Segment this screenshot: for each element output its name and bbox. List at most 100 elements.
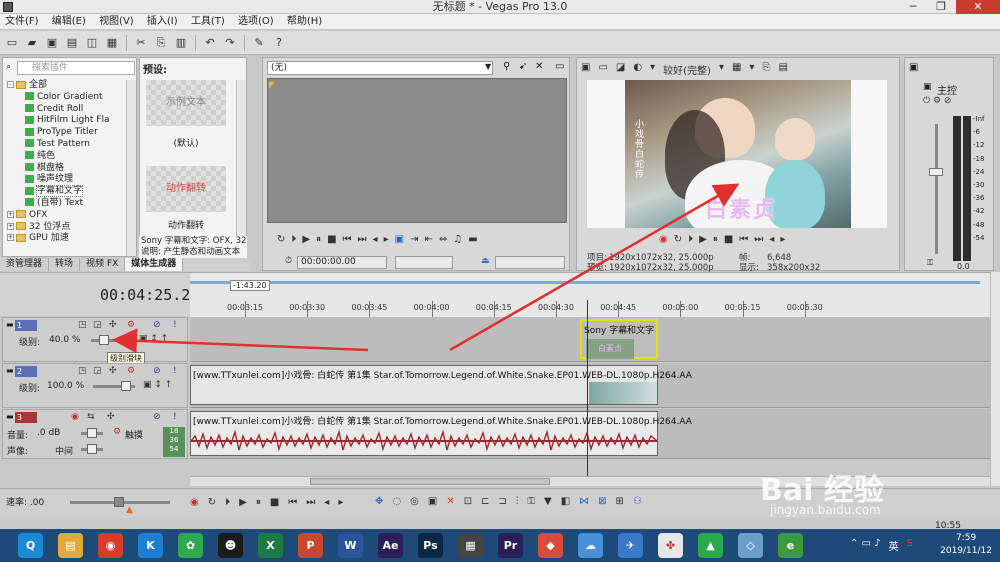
preview-properties-icon[interactable]: ▣ [581, 62, 590, 77]
taskbar-app-icon[interactable]: ◉ [98, 533, 123, 558]
lock-icon[interactable]: ⚿ [527, 496, 535, 507]
slider-knob[interactable] [121, 381, 131, 391]
plugin-tree-item[interactable]: + OFX [7, 210, 125, 222]
trim-icon[interactable]: ⊡ [464, 496, 472, 507]
pin-icon[interactable]: ⚲ [503, 61, 510, 72]
render-icon[interactable]: ◫ [84, 35, 100, 51]
track-3-volume-slider[interactable] [81, 428, 103, 438]
plugin-tree-item[interactable]: 噪声纹理 [7, 174, 125, 186]
go-start-icon[interactable]: ⏮ [739, 234, 748, 245]
slider-knob[interactable] [99, 335, 109, 345]
track-icons[interactable]: ▣ ↕ ↑ [139, 334, 168, 344]
open-icon[interactable]: ▰ [24, 35, 40, 51]
cursor-icon[interactable]: ➹ [519, 61, 527, 72]
selection-icon[interactable]: ▣ [395, 234, 404, 245]
cut-icon[interactable]: ✂ [133, 35, 149, 51]
menu-edit[interactable]: 编辑(E) [47, 14, 91, 30]
meter-icon[interactable]: ▬ [468, 234, 477, 245]
external-monitor-icon[interactable]: ▭ [598, 62, 607, 77]
play-from-start-icon[interactable]: ⏵ [688, 234, 693, 245]
close-button[interactable]: ✕ [956, 0, 1000, 14]
prev-frame-icon[interactable]: ◂ [324, 497, 329, 508]
play-from-start-icon[interactable]: ⏵ [291, 234, 296, 245]
menu-insert[interactable]: 插入(I) [142, 14, 183, 30]
next-frame-icon[interactable]: ▸ [384, 234, 389, 245]
monitor-icon[interactable]: ▭ [555, 61, 564, 72]
composite-icon[interactable]: ✣ [109, 320, 117, 330]
taskbar-app-icon[interactable]: K [138, 533, 163, 558]
plugin-search-input[interactable]: 搜索插件 [17, 61, 135, 75]
bus-icons[interactable]: ⏻ ⚙ ⊘ [923, 96, 951, 106]
pause-icon[interactable]: ⏸ [316, 234, 321, 245]
taskbar-app-icon[interactable]: Ae [378, 533, 403, 558]
chevron-down-icon[interactable]: ▾ [749, 62, 754, 77]
record-icon[interactable]: ◉ [190, 497, 199, 508]
split-screen-icon[interactable]: ◐ [633, 62, 642, 77]
overlays-icon[interactable]: ▦ [732, 62, 741, 77]
track-icons[interactable]: ▣ ↕ ↑ [143, 380, 172, 390]
lock-envelopes-icon[interactable]: ⊞ [616, 496, 624, 507]
track-motion-icon[interactable]: ◲ [93, 366, 102, 376]
expand-icon[interactable]: + [7, 222, 14, 230]
taskbar-app-icon[interactable]: P [298, 533, 323, 558]
pause-icon[interactable]: ⏸ [713, 234, 718, 245]
mute-icon[interactable]: ⊘ [153, 366, 161, 376]
taskbar-app-icon[interactable]: ☁ [578, 533, 603, 558]
maximize-button[interactable]: ❐ [927, 0, 955, 14]
plugin-tree-item[interactable]: +32 位浮点 [7, 222, 125, 234]
taskbar-app-icon[interactable]: ☻ [218, 533, 243, 558]
track-3-lane[interactable]: [www.TTxunlei.com]小戏骨: 白蛇传 第1集 Star.of.T… [190, 409, 990, 459]
play-icon[interactable]: ▶ [239, 497, 247, 508]
solo-icon[interactable]: ! [173, 366, 177, 376]
input-language[interactable]: 英 [889, 538, 899, 553]
snapping-icon[interactable]: ⋈ [579, 496, 589, 507]
play-from-start-icon[interactable]: ⏵ [225, 497, 230, 508]
pause-icon[interactable]: ⏸ [256, 497, 261, 508]
save-snapshot-icon[interactable]: ▤ [778, 62, 787, 77]
composite-icon[interactable]: ✣ [109, 366, 117, 376]
explorer-scrollbar[interactable] [126, 80, 136, 256]
track-2-lane[interactable]: [www.TTxunlei.com]小戏骨: 白蛇传 第1集 Star.of.T… [190, 363, 990, 408]
menu-tools[interactable]: 工具(T) [186, 14, 230, 30]
ignore-grouping-icon[interactable]: ⚇ [633, 496, 642, 507]
fx-icon[interactable]: ◪ [616, 62, 625, 77]
lock-icon[interactable]: ⚿ [927, 258, 933, 268]
minimize-button[interactable]: ─ [899, 0, 927, 14]
plugin-tree-item[interactable]: 纯色 [7, 151, 125, 163]
auto-ripple-icon[interactable]: ⊠ [598, 496, 606, 507]
normal-edit-tool-icon[interactable]: ✥ [375, 496, 383, 507]
plugin-tree-item[interactable]: HitFilm Light Fla [7, 115, 125, 127]
rate-slider[interactable] [70, 497, 170, 507]
preset-thumb-flip[interactable]: 动作翻转 [146, 166, 226, 212]
clear-icon[interactable]: ✕ [535, 61, 543, 72]
trim-end-icon[interactable]: ⊐ [498, 496, 506, 507]
next-frame-icon[interactable]: ▸ [780, 234, 785, 245]
go-end-icon[interactable]: ⏭ [306, 497, 315, 508]
tray-icons[interactable]: ⌃ ▭ ♪ [850, 538, 881, 553]
taskbar-app-icon[interactable]: ✤ [658, 533, 683, 558]
expand-icon[interactable]: + [7, 210, 14, 218]
taskbar-app-icon[interactable]: W [338, 533, 363, 558]
collapse-icon[interactable]: ▬ [6, 366, 14, 375]
plugin-tree-item[interactable]: (自带) Text [7, 198, 125, 210]
plugin-tree-item[interactable]: + GPU 加速 [7, 233, 125, 245]
trim-start-icon[interactable]: ⊏ [481, 496, 489, 507]
plugin-tree-item[interactable]: 棋盘格 [7, 163, 125, 175]
redo-icon[interactable]: ↷ [222, 35, 238, 51]
insert-icon[interactable]: ⇤ [424, 234, 432, 245]
preset-thumb-default[interactable]: 示例文本 [146, 80, 226, 126]
playhead-cursor[interactable] [587, 300, 588, 484]
gear-icon[interactable]: ⚙ [127, 366, 135, 376]
plugin-tree-item[interactable]: ProType Titler [7, 127, 125, 139]
track-2-level-slider[interactable] [93, 381, 135, 391]
go-start-icon[interactable]: ⏮ [288, 497, 297, 508]
expand-icon[interactable]: + [7, 234, 14, 242]
undo-icon[interactable]: ↶ [202, 35, 218, 51]
paste-icon[interactable]: ▥ [173, 35, 189, 51]
taskbar-app-icon[interactable]: Q [18, 533, 43, 558]
next-frame-icon[interactable]: ▸ [338, 497, 343, 508]
new-icon[interactable]: ▭ [4, 35, 20, 51]
taskbar-app-icon[interactable]: e [778, 533, 803, 558]
go-end-icon[interactable]: ⏭ [754, 234, 763, 245]
presets-scrollbar[interactable] [236, 80, 246, 236]
